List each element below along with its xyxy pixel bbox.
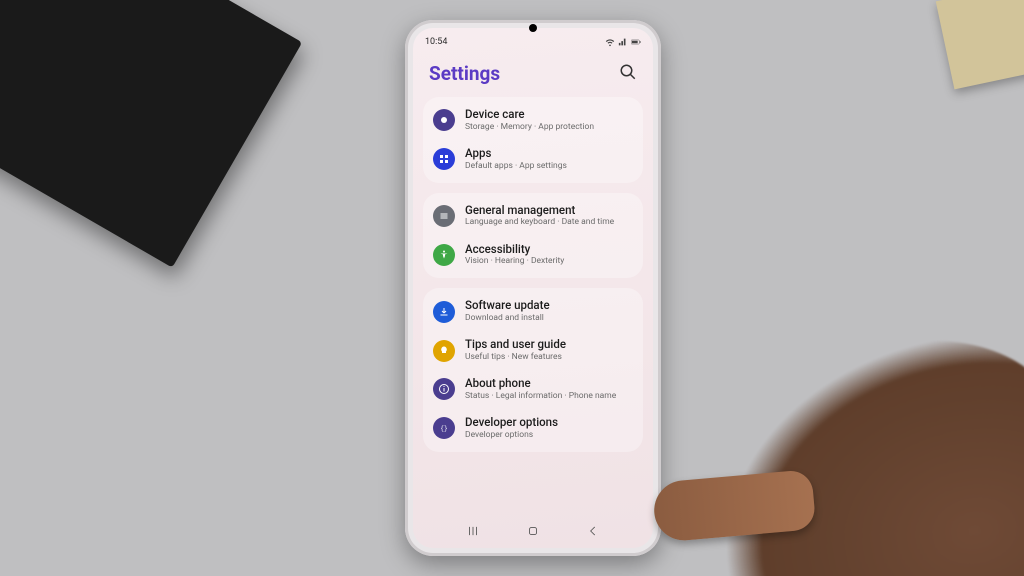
row-sub: Storage · Memory · App protection — [465, 122, 594, 133]
row-device-care[interactable]: Device care Storage · Memory · App prote… — [423, 101, 643, 140]
recents-button[interactable] — [466, 523, 480, 542]
row-title: Accessibility — [465, 243, 564, 257]
row-tips[interactable]: Tips and user guide Useful tips · New fe… — [423, 331, 643, 370]
row-sub: Developer options — [465, 430, 558, 441]
wooden-block — [936, 0, 1024, 89]
settings-header: Settings — [413, 52, 653, 97]
row-software-update[interactable]: Software update Download and install — [423, 292, 643, 331]
row-title: About phone — [465, 377, 616, 391]
accessibility-icon — [433, 244, 455, 266]
settings-group: Software update Download and install Tip… — [423, 288, 643, 451]
battery-icon — [631, 37, 641, 47]
row-title: Device care — [465, 108, 594, 122]
status-icons — [605, 37, 641, 47]
developer-icon: {} — [433, 417, 455, 439]
settings-group: Device care Storage · Memory · App prote… — [423, 97, 643, 183]
device-care-icon — [433, 109, 455, 131]
row-apps[interactable]: Apps Default apps · App settings — [423, 140, 643, 179]
row-sub: Default apps · App settings — [465, 161, 567, 172]
back-button[interactable] — [586, 523, 600, 542]
phone-frame: 10:54 Settings — [405, 20, 661, 556]
box-label: Galaxy S25 Ultra — [0, 0, 71, 3]
row-sub: Useful tips · New features — [465, 352, 566, 363]
row-title: Software update — [465, 299, 550, 313]
row-title: Apps — [465, 147, 567, 161]
row-title: Tips and user guide — [465, 338, 566, 352]
settings-group: General management Language and keyboard… — [423, 193, 643, 279]
update-icon — [433, 301, 455, 323]
wifi-icon — [605, 37, 615, 47]
scene: Galaxy S25 Ultra 10:54 Settings — [0, 0, 1024, 576]
row-about-phone[interactable]: About phone Status · Legal information ·… — [423, 370, 643, 409]
back-icon — [586, 524, 600, 538]
home-button[interactable] — [526, 523, 540, 542]
signal-icon — [618, 37, 628, 47]
page-title: Settings — [429, 62, 500, 85]
tips-icon — [433, 340, 455, 362]
row-title: General management — [465, 204, 614, 218]
row-general-management[interactable]: General management Language and keyboard… — [423, 197, 643, 236]
search-button[interactable] — [619, 63, 637, 85]
row-sub: Vision · Hearing · Dexterity — [465, 256, 564, 267]
general-icon — [433, 205, 455, 227]
front-camera — [529, 24, 537, 32]
row-sub: Language and keyboard · Date and time — [465, 217, 614, 228]
phone-screen: 10:54 Settings — [413, 28, 653, 548]
row-title: Developer options — [465, 416, 558, 430]
product-box: Galaxy S25 Ultra — [0, 0, 302, 268]
row-sub: Status · Legal information · Phone name — [465, 391, 616, 402]
hand — [692, 319, 1024, 576]
row-developer-options[interactable]: {} Developer options Developer options — [423, 409, 643, 448]
about-icon — [433, 378, 455, 400]
apps-icon — [433, 148, 455, 170]
svg-text:{}: {} — [440, 425, 447, 432]
recents-icon — [466, 524, 480, 538]
navigation-bar — [413, 518, 653, 548]
status-time: 10:54 — [425, 37, 447, 47]
settings-list: Device care Storage · Memory · App prote… — [413, 97, 653, 518]
home-icon — [526, 524, 540, 538]
row-sub: Download and install — [465, 313, 550, 324]
row-accessibility[interactable]: Accessibility Vision · Hearing · Dexteri… — [423, 236, 643, 275]
search-icon — [619, 63, 637, 81]
